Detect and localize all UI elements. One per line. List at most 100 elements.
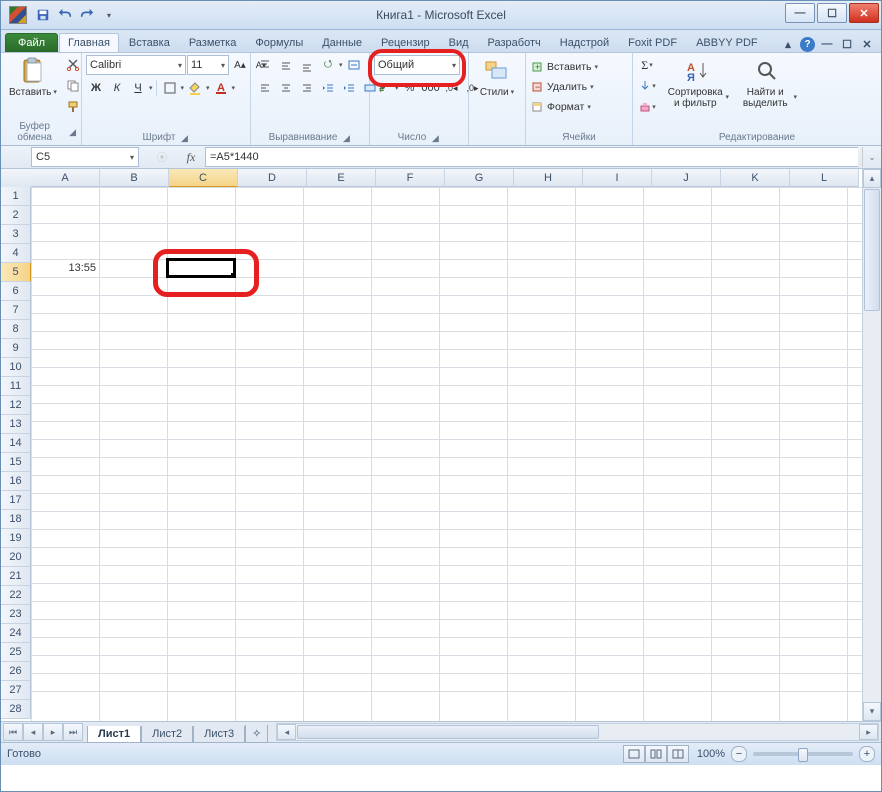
last-sheet-button[interactable]: ⏭ bbox=[63, 723, 83, 741]
row-header[interactable]: 20 bbox=[1, 548, 31, 567]
tab-developer[interactable]: Разработч bbox=[479, 33, 550, 52]
fx-button[interactable]: fx bbox=[181, 148, 201, 166]
clear-button[interactable]: ▾ bbox=[637, 97, 657, 117]
minimize-ribbon-button[interactable]: ▴ bbox=[780, 36, 796, 52]
row-header[interactable]: 13 bbox=[1, 415, 31, 434]
scroll-down-button[interactable]: ▾ bbox=[863, 702, 881, 721]
wrap-text-button[interactable] bbox=[344, 55, 364, 75]
row-header[interactable]: 15 bbox=[1, 453, 31, 472]
zoom-in-button[interactable]: + bbox=[859, 746, 875, 762]
save-button[interactable] bbox=[33, 5, 53, 25]
scroll-up-button[interactable]: ▴ bbox=[863, 169, 881, 188]
name-box[interactable]: C5▾ bbox=[31, 147, 139, 167]
scroll-right-button[interactable]: ▸ bbox=[859, 724, 878, 740]
zoom-out-button[interactable]: − bbox=[731, 746, 747, 762]
close-button[interactable]: ✕ bbox=[849, 3, 879, 23]
font-size-combo[interactable]: 11▾ bbox=[187, 55, 229, 75]
tab-formulas[interactable]: Формулы bbox=[246, 33, 312, 52]
normal-view-button[interactable] bbox=[623, 745, 645, 763]
tab-layout[interactable]: Разметка bbox=[180, 33, 246, 52]
help-button[interactable]: ? bbox=[800, 37, 815, 52]
autosum-button[interactable]: Σ▾ bbox=[637, 55, 657, 75]
window-close-icon[interactable]: ✕ bbox=[859, 36, 875, 52]
align-center-button[interactable] bbox=[276, 78, 296, 98]
sheet-tab-2[interactable]: Лист2 bbox=[141, 726, 193, 743]
worksheet-grid[interactable]: ABCDEFGHIJKL 123456789101112131415161718… bbox=[1, 169, 881, 721]
select-all-corner[interactable] bbox=[1, 169, 32, 188]
percent-button[interactable]: % bbox=[400, 78, 420, 98]
tab-review[interactable]: Рецензир bbox=[372, 33, 439, 52]
maximize-button[interactable]: ☐ bbox=[817, 3, 847, 23]
row-header[interactable]: 21 bbox=[1, 567, 31, 586]
row-header[interactable]: 4 bbox=[1, 244, 31, 263]
copy-button[interactable] bbox=[63, 76, 83, 96]
scroll-left-button[interactable]: ◂ bbox=[277, 724, 296, 740]
qat-customize[interactable]: ▾ bbox=[99, 5, 119, 25]
tab-home[interactable]: Главная bbox=[59, 33, 119, 52]
fill-color-button[interactable] bbox=[185, 78, 205, 98]
row-header[interactable]: 10 bbox=[1, 358, 31, 377]
font-name-combo[interactable]: Calibri▾ bbox=[86, 55, 186, 75]
format-painter-button[interactable] bbox=[63, 97, 83, 117]
dialog-launcher-icon[interactable]: ◢ bbox=[68, 127, 77, 137]
column-header[interactable]: D bbox=[238, 169, 307, 187]
tab-foxit[interactable]: Foxit PDF bbox=[619, 33, 686, 52]
column-header[interactable]: C bbox=[169, 169, 238, 187]
row-header[interactable]: 26 bbox=[1, 662, 31, 681]
sheet-tab-3[interactable]: Лист3 bbox=[193, 726, 245, 743]
file-tab[interactable]: Файл bbox=[5, 33, 58, 52]
align-bottom-button[interactable] bbox=[297, 55, 317, 75]
column-header[interactable]: B bbox=[100, 169, 169, 187]
sheet-tab-1[interactable]: Лист1 bbox=[87, 726, 141, 743]
cell[interactable]: 835 bbox=[167, 259, 235, 277]
row-header[interactable]: 14 bbox=[1, 434, 31, 453]
page-layout-view-button[interactable] bbox=[645, 745, 667, 763]
row-header[interactable]: 3 bbox=[1, 225, 31, 244]
expand-formula-bar-button[interactable]: ⌄ bbox=[862, 147, 881, 167]
row-header[interactable]: 12 bbox=[1, 396, 31, 415]
column-header[interactable]: I bbox=[583, 169, 652, 187]
bold-button[interactable]: Ж bbox=[86, 78, 106, 98]
underline-button[interactable]: Ч bbox=[128, 78, 148, 98]
align-right-button[interactable] bbox=[297, 78, 317, 98]
row-header[interactable]: 19 bbox=[1, 529, 31, 548]
row-header[interactable]: 16 bbox=[1, 472, 31, 491]
dialog-launcher-icon[interactable]: ◢ bbox=[341, 133, 351, 143]
redo-button[interactable] bbox=[77, 5, 97, 25]
align-top-button[interactable] bbox=[255, 55, 275, 75]
window-minimize-icon[interactable]: — bbox=[819, 36, 835, 52]
sort-filter-button[interactable]: АЯ Сортировка и фильтр▾ bbox=[663, 55, 733, 111]
font-color-button[interactable]: A bbox=[211, 78, 231, 98]
row-header[interactable]: 6 bbox=[1, 282, 31, 301]
row-header[interactable]: 8 bbox=[1, 320, 31, 339]
column-header[interactable]: A bbox=[31, 169, 100, 187]
border-button[interactable] bbox=[160, 78, 180, 98]
row-header[interactable]: 23 bbox=[1, 605, 31, 624]
styles-button[interactable]: Стили▾ bbox=[473, 55, 521, 100]
page-break-view-button[interactable] bbox=[667, 745, 689, 763]
format-cells-button[interactable]: Формат ▾ bbox=[530, 97, 591, 117]
increase-indent-button[interactable] bbox=[339, 78, 359, 98]
row-header[interactable]: 9 bbox=[1, 339, 31, 358]
minimize-button[interactable]: — bbox=[785, 3, 815, 23]
row-header[interactable]: 18 bbox=[1, 510, 31, 529]
window-restore-icon[interactable]: ☐ bbox=[839, 36, 855, 52]
next-sheet-button[interactable]: ▸ bbox=[43, 723, 63, 741]
tab-insert[interactable]: Вставка bbox=[120, 33, 179, 52]
vertical-scrollbar[interactable]: ▴ ▾ bbox=[862, 169, 881, 721]
dialog-launcher-icon[interactable]: ◢ bbox=[179, 133, 189, 143]
zoom-level[interactable]: 100% bbox=[697, 748, 725, 760]
orientation-button[interactable]: ⭯ bbox=[318, 55, 338, 75]
decrease-indent-button[interactable] bbox=[318, 78, 338, 98]
align-middle-button[interactable] bbox=[276, 55, 296, 75]
delete-cells-button[interactable]: −Удалить ▾ bbox=[530, 77, 594, 97]
row-header[interactable]: 7 bbox=[1, 301, 31, 320]
column-header[interactable]: J bbox=[652, 169, 721, 187]
row-header[interactable]: 22 bbox=[1, 586, 31, 605]
paste-button[interactable]: Вставить▾ bbox=[5, 55, 61, 100]
row-header[interactable]: 27 bbox=[1, 681, 31, 700]
row-header[interactable]: 25 bbox=[1, 643, 31, 662]
prev-sheet-button[interactable]: ◂ bbox=[23, 723, 43, 741]
horizontal-scrollbar[interactable]: ◂ ▸ bbox=[276, 723, 879, 741]
dialog-launcher-icon[interactable]: ◢ bbox=[430, 133, 440, 143]
